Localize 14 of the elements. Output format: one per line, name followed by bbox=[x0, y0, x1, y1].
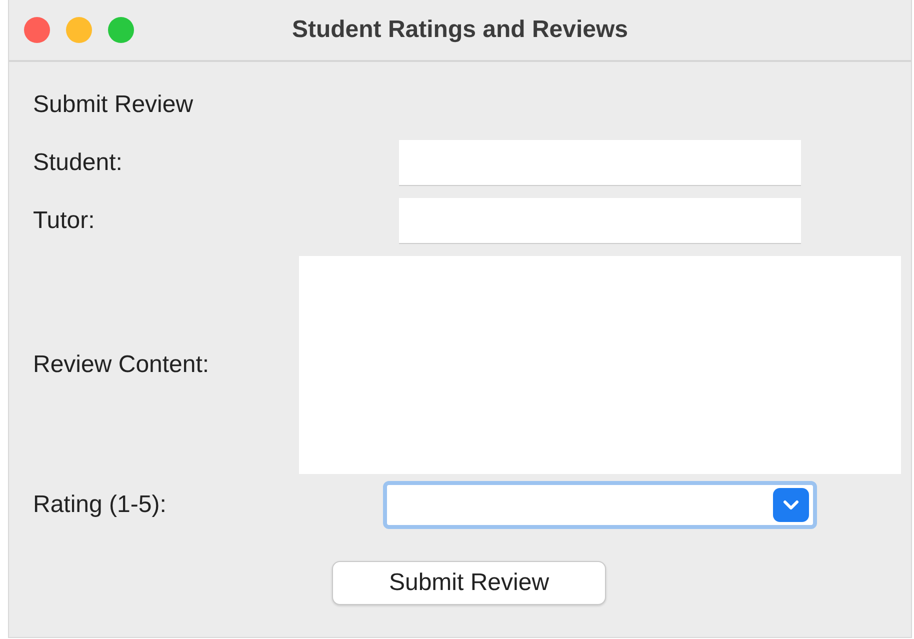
minimize-button[interactable] bbox=[66, 17, 92, 43]
window-title: Student Ratings and Reviews bbox=[292, 16, 628, 44]
field-label: Student: bbox=[33, 149, 124, 177]
dropdown-icon bbox=[773, 488, 809, 522]
close-button[interactable] bbox=[24, 17, 50, 43]
zoom-button[interactable] bbox=[108, 17, 134, 43]
submit-button[interactable]: Submit Review bbox=[332, 561, 606, 605]
section-heading: Submit Review bbox=[33, 90, 194, 120]
input-field[interactable] bbox=[399, 198, 801, 244]
field-label: Rating (1-5): bbox=[33, 491, 168, 519]
dropdown-field[interactable] bbox=[383, 481, 817, 529]
input-field[interactable] bbox=[399, 140, 801, 186]
field-label: Review Content: bbox=[33, 351, 210, 379]
field-label: Tutor: bbox=[33, 207, 96, 235]
